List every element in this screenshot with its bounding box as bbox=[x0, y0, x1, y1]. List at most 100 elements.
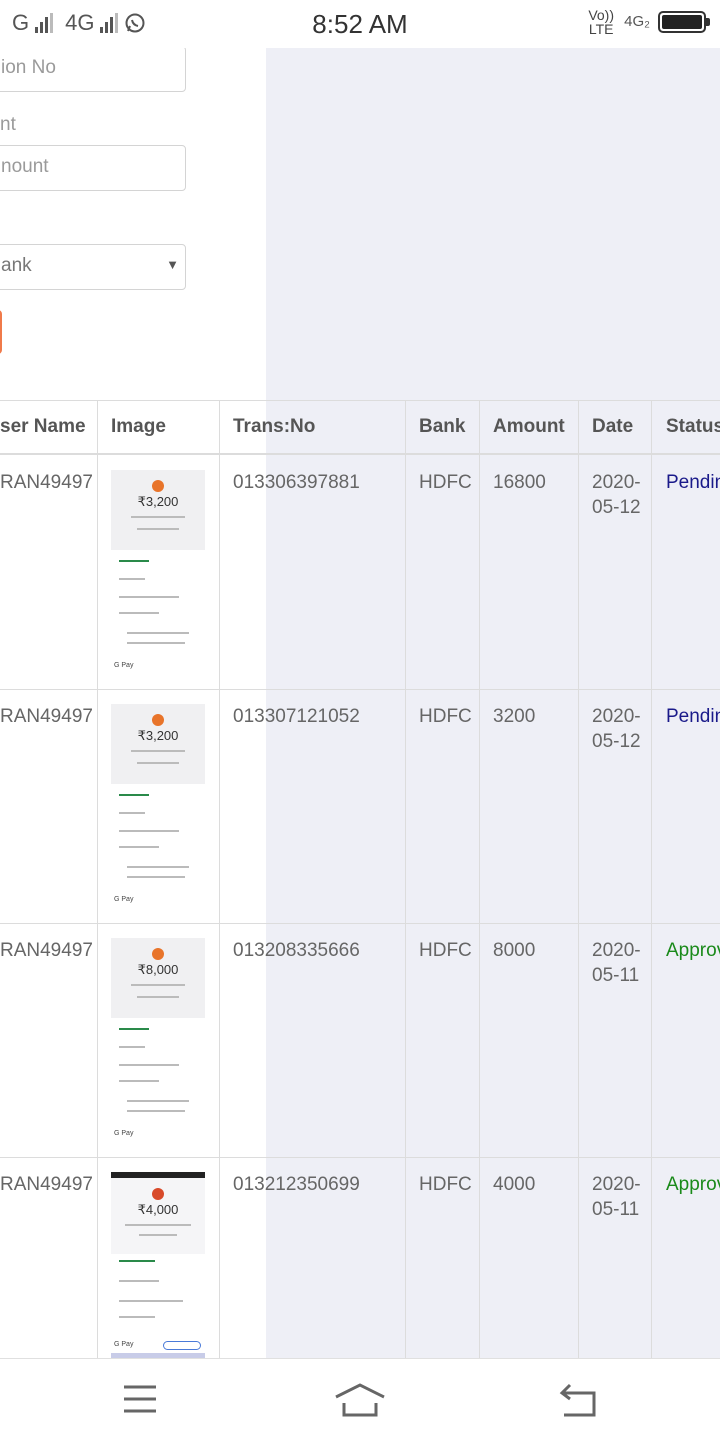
avatar bbox=[152, 714, 164, 726]
divider bbox=[119, 1080, 159, 1082]
data-network-label: 4G₂ bbox=[624, 13, 650, 30]
divider bbox=[119, 1064, 179, 1066]
divider bbox=[137, 762, 179, 764]
cell-bank: HDFC bbox=[419, 940, 472, 961]
gpay-logo: G Pay bbox=[114, 896, 134, 903]
divider bbox=[119, 1046, 145, 1048]
date-year: 2020- bbox=[592, 1174, 641, 1195]
divider bbox=[119, 1300, 183, 1302]
cell-user: RAN49497 bbox=[0, 1174, 93, 1195]
header-user-name: ser Name bbox=[0, 416, 86, 437]
table-row[interactable]: RAN49497 ₹8,000 G Pay 013208335666 HDFC … bbox=[0, 924, 720, 1158]
column-divider bbox=[578, 400, 579, 1358]
receipt-header: ₹8,000 bbox=[111, 938, 205, 1018]
receipt-body: G Pay bbox=[111, 550, 205, 675]
table-row[interactable]: RAN49497 ₹3,200 G Pay 013 bbox=[0, 456, 720, 690]
column-divider bbox=[651, 400, 652, 1358]
divider bbox=[127, 876, 185, 878]
status-badge: Approv bbox=[666, 1174, 720, 1195]
back-icon[interactable] bbox=[550, 1381, 610, 1421]
status-icons: Vo)) LTE 4G₂ bbox=[586, 8, 710, 36]
transaction-no-input[interactable]: ion No bbox=[0, 46, 186, 92]
amount-placeholder: nount bbox=[1, 156, 49, 177]
bank-select[interactable]: ank ▼ bbox=[0, 244, 186, 290]
submit-button[interactable] bbox=[0, 310, 2, 354]
status-badge: Pendin bbox=[666, 706, 720, 727]
avatar bbox=[152, 480, 164, 492]
divider bbox=[119, 830, 179, 832]
header-date: Date bbox=[592, 416, 634, 437]
cell-bank: HDFC bbox=[419, 1174, 472, 1195]
receipt-amount: ₹3,200 bbox=[137, 494, 179, 509]
cell-date: 2020- 05-12 bbox=[592, 470, 641, 520]
cell-trans-no: 013307121052 bbox=[233, 706, 360, 727]
receipt-amount: ₹8,000 bbox=[137, 962, 179, 977]
date-day: 05-11 bbox=[592, 1199, 640, 1220]
check-icon bbox=[119, 794, 149, 796]
battery-icon bbox=[658, 11, 710, 33]
divider bbox=[131, 516, 185, 518]
avatar bbox=[152, 1188, 164, 1200]
divider bbox=[119, 812, 145, 814]
gpay-logo: G Pay bbox=[114, 1130, 134, 1137]
date-year: 2020- bbox=[592, 472, 641, 493]
receipt-body: G Pay bbox=[111, 1254, 205, 1358]
divider bbox=[137, 528, 179, 530]
cell-amount: 16800 bbox=[493, 472, 546, 493]
table-row[interactable]: RAN49497 ₹4,000 G Pay 013212350699 HDFC … bbox=[0, 1158, 720, 1392]
receipt-thumbnail[interactable]: ₹8,000 G Pay bbox=[111, 938, 205, 1143]
receipt-thumbnail[interactable]: ₹3,200 G Pay bbox=[111, 470, 205, 675]
divider bbox=[131, 984, 185, 986]
divider bbox=[119, 578, 145, 580]
cell-amount: 4000 bbox=[493, 1174, 536, 1195]
check-icon bbox=[119, 560, 149, 562]
divider bbox=[131, 750, 185, 752]
check-icon bbox=[119, 1028, 149, 1030]
receipt-thumbnail[interactable]: ₹3,200 G Pay bbox=[111, 704, 205, 909]
table-row[interactable]: RAN49497 ₹3,200 G Pay 013 bbox=[0, 690, 720, 924]
cell-amount: 8000 bbox=[493, 940, 536, 961]
home-icon[interactable] bbox=[330, 1381, 390, 1421]
column-divider bbox=[479, 400, 480, 1358]
divider bbox=[125, 1224, 191, 1226]
divider bbox=[127, 1110, 185, 1112]
divider bbox=[119, 612, 159, 614]
date-day: 05-12 bbox=[592, 731, 641, 752]
date-day: 05-11 bbox=[592, 965, 640, 986]
divider bbox=[127, 632, 189, 634]
check-icon bbox=[119, 1260, 155, 1262]
column-divider bbox=[219, 400, 220, 1358]
divider bbox=[119, 1316, 155, 1318]
status-badge: Pendin bbox=[666, 472, 720, 493]
receipt-thumbnail[interactable]: ₹4,000 G Pay bbox=[111, 1172, 205, 1358]
cell-date: 2020- 05-11 bbox=[592, 938, 641, 988]
chevron-down-icon: ▼ bbox=[166, 257, 179, 272]
header-trans-no: Trans:No bbox=[233, 416, 316, 437]
cell-trans-no: 013306397881 bbox=[233, 472, 360, 493]
cell-user: RAN49497 bbox=[0, 940, 93, 961]
receipt-body: G Pay bbox=[111, 1018, 205, 1143]
cell-trans-no: 013212350699 bbox=[233, 1174, 360, 1195]
header-amount: Amount bbox=[493, 416, 565, 437]
cell-bank: HDFC bbox=[419, 472, 472, 493]
divider bbox=[127, 642, 185, 644]
receipt-header: ₹3,200 bbox=[111, 704, 205, 784]
amount-input[interactable]: nount bbox=[0, 145, 186, 191]
table-header: ser Name Image Trans:No Bank Amount Date… bbox=[0, 400, 720, 455]
date-day: 05-12 bbox=[592, 497, 641, 518]
transaction-no-placeholder: ion No bbox=[1, 57, 56, 78]
gpay-logo: G Pay bbox=[114, 1341, 134, 1348]
system-nav-bar bbox=[0, 1358, 720, 1440]
header-status: Status bbox=[666, 416, 720, 437]
divider bbox=[127, 1100, 189, 1102]
divider bbox=[119, 596, 179, 598]
status-badge: Approv bbox=[666, 940, 720, 961]
header-bank: Bank bbox=[419, 416, 466, 437]
receipt-header: ₹4,000 bbox=[111, 1178, 205, 1254]
cell-date: 2020- 05-12 bbox=[592, 704, 641, 754]
cell-date: 2020- 05-11 bbox=[592, 1172, 641, 1222]
menu-icon[interactable] bbox=[110, 1381, 170, 1421]
receipt-body: G Pay bbox=[111, 784, 205, 909]
cell-bank: HDFC bbox=[419, 706, 472, 727]
cell-amount: 3200 bbox=[493, 706, 536, 727]
